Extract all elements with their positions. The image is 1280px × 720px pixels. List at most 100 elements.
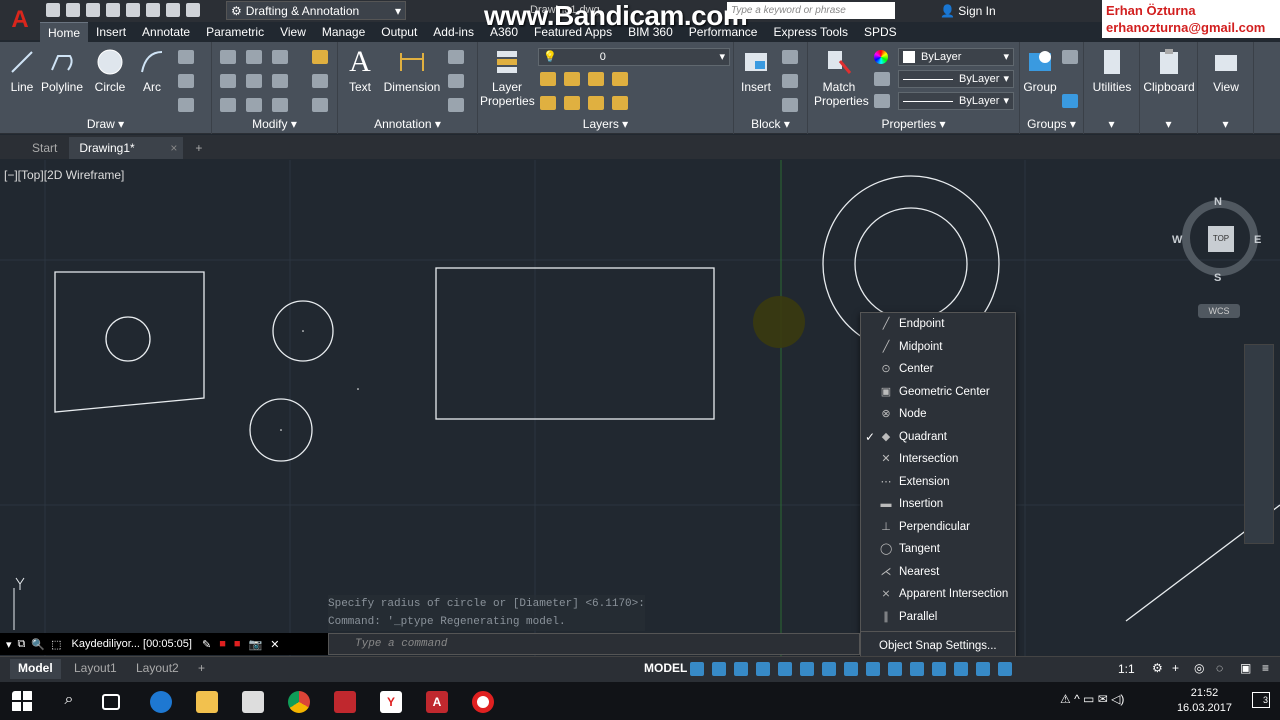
gear-icon[interactable]: ⚙	[1152, 661, 1163, 675]
tab-layout1[interactable]: Layout1	[66, 659, 125, 679]
trim-icon[interactable]	[272, 50, 288, 64]
new-icon[interactable]	[46, 3, 60, 17]
add-layout-button[interactable]: +	[190, 659, 213, 679]
store-icon[interactable]	[242, 691, 264, 713]
file-explorer-icon[interactable]	[196, 691, 218, 713]
group-button[interactable]: Group	[1022, 46, 1058, 94]
edge-icon[interactable]	[150, 691, 172, 713]
linear-dimension-icon[interactable]	[448, 50, 464, 64]
selection-cycling-icon[interactable]	[910, 662, 924, 676]
color-wheel-icon[interactable]	[874, 50, 888, 64]
annotation-panel-title[interactable]: Annotation ▾	[338, 117, 477, 131]
tab-manage[interactable]: Manage	[314, 22, 373, 42]
tab-annotate[interactable]: Annotate	[134, 22, 198, 42]
windows-start-icon[interactable]	[12, 691, 34, 713]
clock[interactable]: 21:52 16.03.2017	[1177, 686, 1232, 716]
pause-icon[interactable]: ■	[219, 638, 226, 650]
autocad-taskbar-icon[interactable]: A	[426, 691, 448, 713]
notification-icon[interactable]: 3	[1252, 692, 1270, 708]
task-view-icon[interactable]	[102, 694, 120, 710]
model-space-button[interactable]: MODEL	[644, 661, 687, 675]
layer-tool-icon[interactable]	[540, 96, 556, 110]
osnap-item-geometric-center[interactable]: ▣ Geometric Center	[861, 381, 1015, 404]
osnap-item-apparent-intersection[interactable]: ⨯ Apparent Intersection	[861, 583, 1015, 606]
arc-button[interactable]: Arc	[136, 46, 168, 94]
layers-panel-title[interactable]: Layers ▾	[478, 117, 733, 131]
osnap-item-parallel[interactable]: ∥ Parallel	[861, 606, 1015, 629]
leader-icon[interactable]	[448, 74, 464, 88]
snap-icon[interactable]	[712, 662, 726, 676]
command-input[interactable]: Type a command	[328, 633, 860, 655]
layer-dropdown[interactable]: 💡 0 ▾	[538, 48, 730, 66]
erase-icon[interactable]	[312, 50, 328, 64]
tab-insert[interactable]: Insert	[88, 22, 134, 42]
mirror-icon[interactable]	[246, 74, 262, 88]
tab-add-ins[interactable]: Add-ins	[425, 22, 482, 42]
ungroup-icon[interactable]	[1062, 50, 1078, 64]
tab-spds[interactable]: SPDS	[856, 22, 905, 42]
copy-icon[interactable]	[220, 74, 236, 88]
group-select-icon[interactable]	[1062, 94, 1078, 108]
sign-in-button[interactable]: 👤 Sign In	[940, 4, 996, 18]
grid-icon[interactable]	[690, 662, 704, 676]
close-icon[interactable]: ✕	[270, 638, 279, 651]
layer-tool-icon[interactable]	[612, 72, 628, 86]
explode-icon[interactable]	[312, 74, 328, 88]
viewport-controls[interactable]: [−][Top][2D Wireframe]	[4, 168, 124, 182]
tab-model[interactable]: Model	[10, 659, 61, 679]
transparency-icon[interactable]	[888, 662, 902, 676]
text-button[interactable]: A Text	[344, 46, 376, 95]
scale-icon[interactable]	[246, 98, 262, 112]
tab-performance[interactable]: Performance	[681, 22, 766, 42]
osnap-item-perpendicular[interactable]: ⊥ Perpendicular	[861, 516, 1015, 539]
drawing-canvas[interactable]: [−][Top][2D Wireframe] TOP N S W E WCS	[0, 160, 1280, 656]
new-tab-button[interactable]: +	[185, 137, 212, 159]
redo-icon[interactable]	[186, 3, 200, 17]
utilities-panel[interactable]: Utilities ▾	[1084, 42, 1140, 134]
osnap-tracking-icon[interactable]	[844, 662, 858, 676]
search-icon[interactable]: ⌕	[58, 691, 80, 713]
annotation-scale[interactable]: 1:1	[1118, 662, 1135, 676]
layer-tool-icon[interactable]	[564, 72, 580, 86]
linetype-dropdown[interactable]: ByLayer ▾	[898, 70, 1014, 88]
osnap-item-midpoint[interactable]: ╱ Midpoint	[861, 336, 1015, 359]
polyline-button[interactable]: Polyline	[40, 46, 84, 94]
line-button[interactable]: Line	[4, 46, 40, 94]
plus-icon[interactable]: +	[1172, 661, 1179, 675]
stop-icon[interactable]: ■	[234, 638, 241, 650]
menu-icon[interactable]: ▾	[6, 638, 12, 651]
tab-express-tools[interactable]: Express Tools	[765, 22, 855, 42]
gradient-icon[interactable]	[178, 98, 194, 112]
tab-view[interactable]: View	[272, 22, 314, 42]
web-icon[interactable]	[126, 3, 140, 17]
application-menu-button[interactable]: A	[0, 0, 40, 40]
rotate-icon[interactable]	[246, 50, 262, 64]
hardware-acceleration-icon[interactable]: ◎	[1194, 661, 1204, 675]
dimension-button[interactable]: Dimension	[382, 46, 442, 94]
customize-icon[interactable]: ≡	[1262, 661, 1269, 675]
tab-a360[interactable]: A360	[482, 22, 526, 42]
clipboard-panel[interactable]: Clipboard ▾	[1140, 42, 1198, 134]
tab-start[interactable]: Start	[22, 137, 67, 159]
layer-tool-icon[interactable]	[588, 72, 604, 86]
save-icon[interactable]	[86, 3, 100, 17]
region-icon[interactable]: ⬚	[51, 638, 61, 651]
view-panel[interactable]: View ▾	[1198, 42, 1254, 134]
dynamic-ucs-icon[interactable]	[954, 662, 968, 676]
app-icon[interactable]	[334, 691, 356, 713]
layer-properties-button[interactable]: Layer Properties	[480, 46, 535, 108]
autoscale-icon[interactable]	[998, 662, 1012, 676]
isolate-objects-icon[interactable]: ◌	[1216, 661, 1223, 675]
table-icon[interactable]	[448, 98, 464, 112]
osnap-item-intersection[interactable]: ✕ Intersection	[861, 448, 1015, 471]
navigation-bar[interactable]	[1244, 344, 1274, 544]
match-properties-button[interactable]: Match Properties	[814, 46, 869, 108]
stretch-icon[interactable]	[220, 98, 236, 112]
attribute-icon[interactable]	[782, 98, 798, 112]
wcs-menu[interactable]: WCS	[1198, 304, 1240, 318]
3d-osnap-icon[interactable]	[932, 662, 946, 676]
hatch-icon[interactable]	[178, 74, 194, 88]
ortho-icon[interactable]	[756, 662, 770, 676]
tab-bim-360[interactable]: BIM 360	[620, 22, 681, 42]
color-dropdown[interactable]: ByLayer ▾	[898, 48, 1014, 66]
